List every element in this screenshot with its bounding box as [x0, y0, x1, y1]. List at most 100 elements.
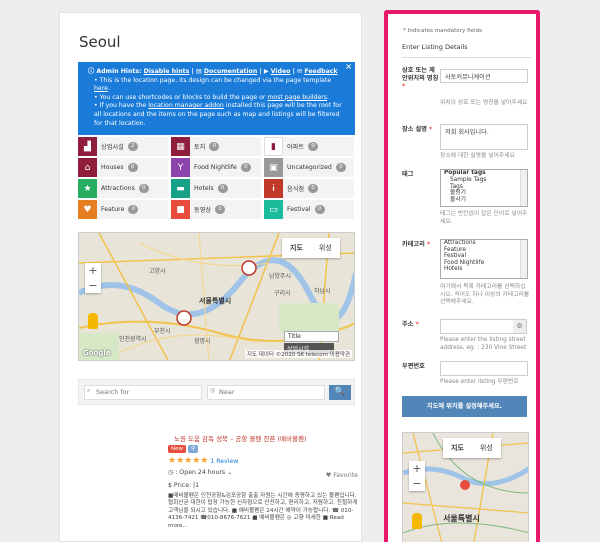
page-title: Seoul: [79, 33, 121, 51]
tags-option[interactable]: 볼링기: [441, 190, 527, 197]
clock-icon: ◷: [168, 469, 174, 476]
new-badge: New: [168, 445, 186, 453]
location-manager-link[interactable]: location manager addon: [148, 102, 224, 109]
category-help: 여기에서 목록 카테고리를 선택하십시오. 적어도 하나 이상의 카테고리를 선…: [440, 284, 530, 305]
form-pegman-icon[interactable]: [412, 513, 422, 529]
description-label: 장소 설명 *: [402, 126, 433, 133]
map-label: 남양주시: [269, 272, 291, 280]
form-zoom-out-button[interactable]: −: [409, 476, 425, 491]
category-option[interactable]: Hotels: [441, 266, 527, 273]
category-item[interactable]: ▮ 아파트 0: [264, 137, 354, 156]
form-legend: Enter Listing Details: [402, 43, 532, 58]
form-zoom-control: + −: [409, 461, 425, 491]
search-input[interactable]: Search for: [84, 385, 202, 400]
map-label: 인천광역시: [119, 335, 147, 343]
map-credit: 지도 데이터 ©2020 SK telecom 이용약관: [244, 350, 352, 358]
book-icon: ▤: [195, 68, 202, 75]
disable-hints-link[interactable]: Disable hints: [144, 68, 190, 75]
search-button[interactable]: 🔍: [329, 385, 351, 400]
zoom-out-button[interactable]: −: [85, 278, 101, 293]
hint-item: This is the location page, its design ca…: [94, 77, 347, 94]
heart-icon: ♥: [325, 472, 332, 479]
map-view-button[interactable]: 지도: [282, 238, 311, 258]
title-description: 위치의 상호 또는 명칭을 넣어주세요: [440, 100, 528, 106]
category-item[interactable]: ɨ 음식점 0: [264, 179, 354, 198]
video-icon: ■: [171, 200, 190, 219]
factory-icon: ▟: [78, 137, 97, 156]
zoom-in-button[interactable]: +: [85, 263, 101, 278]
map-label: 하남시: [314, 287, 331, 295]
map-icon: ▦: [171, 137, 190, 156]
map-label: 부천시: [154, 327, 171, 335]
near-input[interactable]: Near: [207, 385, 325, 400]
category-label: 카테고리 *: [402, 241, 431, 248]
heart-icon: ♥: [78, 200, 97, 219]
category-scrollbar[interactable]: [520, 240, 527, 278]
tags-label: 태그: [402, 171, 414, 178]
category-count: 0: [314, 205, 325, 214]
category-item[interactable]: ♥ Feature 0: [78, 200, 168, 219]
category-item[interactable]: ▬ Hotels 0: [171, 179, 261, 198]
page-builders-link[interactable]: most page builders: [267, 94, 327, 101]
listing-title[interactable]: 노원 도움 감독 성북 – 공항 볼펜 찬픈 (매비볼펜): [174, 433, 358, 443]
video-link[interactable]: Video: [271, 68, 291, 75]
category-item[interactable]: ⌂ Houses 0: [78, 158, 168, 177]
close-hints-button[interactable]: ×: [345, 62, 352, 72]
category-option[interactable]: Attractions: [441, 240, 527, 247]
template-link[interactable]: here: [94, 85, 108, 92]
form-map-view-button[interactable]: 지도: [443, 438, 472, 458]
category-grid: ▟ 상업시설 2 ▦ 토지 0 ▮ 아파트 0 ⌂ Houses 0 Y Food Nightli…: [78, 137, 355, 221]
category-option[interactable]: Festival: [441, 253, 527, 260]
category-count: 0: [138, 184, 149, 193]
feedback-link[interactable]: Feedback: [304, 68, 337, 75]
postcode-label: 우편번호: [402, 363, 425, 370]
favorite-button[interactable]: ♥ Favorite: [326, 472, 358, 479]
bed-icon: ▬: [171, 179, 190, 198]
category-select[interactable]: Attractions Feature Festival Food Nightl…: [440, 239, 528, 279]
location-icon: ◎: [210, 387, 216, 394]
category-option[interactable]: Food Nightlife: [441, 260, 527, 267]
category-item[interactable]: ▟ 상업시설 2: [78, 137, 168, 156]
documentation-link[interactable]: Documentation: [204, 68, 257, 75]
set-map-location-button[interactable]: 지도에 위치를 설정해주세요.: [402, 396, 527, 417]
gear-icon[interactable]: ⚙: [513, 319, 527, 334]
postcode-input[interactable]: [440, 361, 528, 376]
form-map[interactable]: 서울특별시 지도 위성 + −: [402, 432, 529, 542]
form-zoom-in-button[interactable]: +: [409, 461, 425, 476]
tags-select[interactable]: Popular tags Sample Tags Tags 볼링기 볼사기: [440, 169, 528, 207]
satellite-view-button[interactable]: 위성: [311, 238, 340, 258]
category-item[interactable]: ★ Attractions 0: [78, 179, 168, 198]
rating-stars[interactable]: ★★★★★: [168, 456, 208, 466]
location-map[interactable]: 고양시 남양주시 서울특별시 부천시 인천광역시 광명시 하남시 구리시 지도 …: [78, 232, 355, 361]
category-count: 0: [209, 142, 220, 151]
tags-option[interactable]: 볼사기: [441, 197, 527, 204]
map-label: 구리시: [274, 289, 291, 297]
tags-scrollbar[interactable]: [520, 170, 527, 206]
review-link[interactable]: 1 Review: [210, 458, 238, 465]
description-help: 장소에 대한 설명을 넣어주세요: [440, 153, 515, 159]
category-item[interactable]: ■ 동영상 0: [171, 200, 261, 219]
category-count: 2: [127, 142, 138, 151]
tags-group-label: Popular tags: [444, 170, 486, 176]
category-count: 0: [308, 184, 319, 193]
category-item[interactable]: ▣ Uncategorized 0: [264, 158, 354, 177]
form-satellite-view-button[interactable]: 위성: [472, 438, 501, 458]
location-page-panel: Seoul × ⓘ Admin Hints: Disable hints | ▤…: [59, 12, 362, 542]
map-type-toggle: 지도 위성: [282, 238, 340, 258]
tags-option[interactable]: Sample Tags: [441, 177, 527, 184]
address-input[interactable]: [440, 319, 514, 334]
category-item[interactable]: Y Food Nightlife 0: [171, 158, 261, 177]
chevron-down-icon[interactable]: ⌄: [227, 469, 232, 476]
video-icon: ▶: [263, 68, 269, 75]
hint-item: You can use shortcodes or blocks to buil…: [94, 94, 347, 103]
page: Seoul × ⓘ Admin Hints: Disable hints | ▤…: [0, 0, 600, 542]
ticket-icon: ▭: [264, 200, 283, 219]
title-input[interactable]: 사토커뮤니케이션: [440, 69, 528, 83]
comment-icon: ✉: [297, 68, 303, 75]
description-textarea[interactable]: 저희 회사입니다.: [440, 124, 528, 150]
pegman-icon[interactable]: [88, 313, 98, 329]
category-option[interactable]: Feature: [441, 247, 527, 254]
hints-header: Admin Hints:: [96, 68, 142, 75]
category-item[interactable]: ▦ 토지 0: [171, 137, 261, 156]
category-item[interactable]: ▭ Festival 0: [264, 200, 354, 219]
